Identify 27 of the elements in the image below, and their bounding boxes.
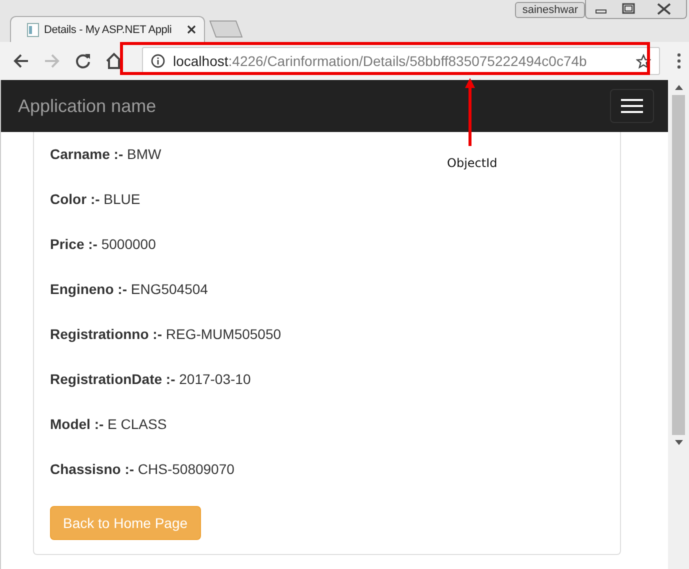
- menu-icon: [621, 98, 643, 114]
- reload-icon[interactable]: [74, 52, 92, 70]
- scrollbar[interactable]: [668, 80, 689, 569]
- user-badge[interactable]: saineshwar: [515, 2, 585, 18]
- menu-button[interactable]: [610, 89, 654, 123]
- detail-row-text: Carname :- BMW: [50, 146, 162, 163]
- scroll-down-icon[interactable]: [674, 440, 682, 445]
- detail-row-text: Price :- 5000000: [50, 236, 157, 253]
- home-icon[interactable]: [105, 52, 123, 70]
- detail-row-text: Engineno :- ENG504504: [50, 281, 209, 298]
- back-icon[interactable]: [12, 52, 30, 70]
- close-icon[interactable]: [187, 25, 196, 34]
- scroll-up-icon[interactable]: [674, 85, 682, 90]
- page-icon: [27, 22, 39, 36]
- star-icon[interactable]: [636, 54, 651, 68]
- annotation-label: ObjectId: [447, 156, 498, 170]
- window-controls[interactable]: [585, 0, 687, 19]
- brand-link[interactable]: Application name: [18, 96, 156, 116]
- detail-row-text: Registrationno :- REG-MUM505050: [50, 326, 282, 343]
- detail-row-text: RegistrationDate :- 2017-03-10: [50, 371, 252, 388]
- detail-row-text: Model :- E CLASS: [50, 416, 168, 433]
- detail-row-text: Chassisno :- CHS-50809070: [50, 461, 236, 478]
- annotation-arrow: [465, 78, 475, 148]
- browser-tab[interactable]: Details - My ASP.NET Appli: [10, 16, 205, 42]
- detail-row-text: Color :- BLUE: [50, 191, 142, 208]
- menu-icon[interactable]: [677, 53, 681, 69]
- info-icon[interactable]: [151, 54, 165, 68]
